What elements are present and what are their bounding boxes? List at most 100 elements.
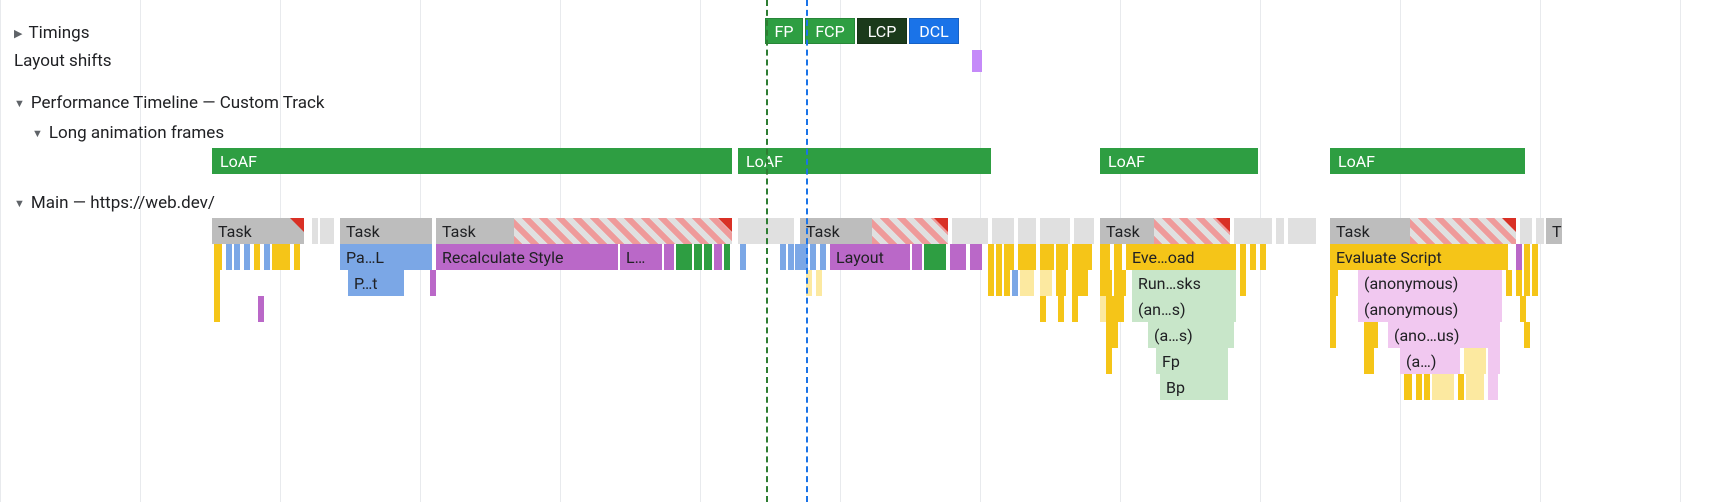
flame-segment[interactable] (912, 244, 922, 270)
flame-segment[interactable] (780, 244, 786, 270)
flame-segment[interactable] (1330, 296, 1336, 322)
flame-segment[interactable] (226, 244, 232, 270)
task-bar[interactable]: Task (340, 218, 432, 244)
flame-segment[interactable] (820, 244, 826, 270)
flame-segment[interactable]: (ano…us) (1388, 322, 1500, 348)
flame-segment[interactable]: (an…s) (1132, 296, 1236, 322)
flame-segment[interactable] (1020, 270, 1034, 296)
flame-segment[interactable] (950, 244, 966, 270)
flame-segment[interactable] (214, 244, 222, 270)
flame-segment[interactable] (1536, 218, 1544, 244)
flame-segment[interactable] (1276, 218, 1284, 244)
flame-segment[interactable] (996, 244, 1002, 270)
task-bar[interactable]: Task (212, 218, 304, 244)
flame-segment[interactable] (1288, 218, 1316, 244)
flame-segment[interactable] (1040, 218, 1070, 244)
flame-segment[interactable] (800, 244, 808, 270)
flame-segment[interactable] (1520, 296, 1526, 322)
flame-segment[interactable]: (anonymous) (1358, 270, 1502, 296)
flame-segment[interactable] (1404, 374, 1412, 400)
flame-segment[interactable] (264, 244, 270, 270)
flame-segment[interactable] (1250, 244, 1256, 270)
flame-segment[interactable] (1458, 374, 1464, 400)
flame-segment[interactable] (272, 244, 290, 270)
flame-segment[interactable]: Evaluate Script (1330, 244, 1508, 270)
flame-chart[interactable]: TaskTaskTaskTaskTaskTaskTPa…LRecalculate… (0, 218, 1728, 400)
flame-segment[interactable]: L… (620, 244, 662, 270)
flame-segment[interactable] (1106, 270, 1112, 296)
flame-segment[interactable] (1516, 244, 1522, 270)
flame-segment[interactable] (704, 244, 712, 270)
flame-segment[interactable] (1058, 296, 1064, 322)
flame-segment[interactable] (676, 244, 692, 270)
flame-segment[interactable]: P…t (348, 270, 404, 296)
flame-segment[interactable] (1040, 270, 1052, 296)
flame-segment[interactable]: Run…sks (1132, 270, 1236, 296)
task-bar[interactable]: Task (1100, 218, 1230, 244)
flame-segment[interactable] (1488, 374, 1498, 400)
flame-segment[interactable] (1040, 244, 1054, 270)
flame-segment[interactable] (1432, 374, 1454, 400)
flame-segment[interactable] (1056, 270, 1066, 296)
flame-segment[interactable] (1072, 270, 1088, 296)
flame-segment[interactable]: Bp (1160, 374, 1228, 400)
flame-segment[interactable] (1118, 296, 1124, 322)
flame-segment[interactable] (970, 244, 982, 270)
flame-segment[interactable] (1012, 270, 1018, 296)
flame-segment[interactable] (214, 296, 220, 322)
flame-segment[interactable] (430, 270, 436, 296)
flame-segment[interactable] (1240, 244, 1246, 270)
flame-segment[interactable] (788, 244, 794, 270)
timing-marker-lcp[interactable]: LCP (857, 18, 907, 44)
flame-segment[interactable] (1364, 348, 1374, 374)
flame-segment[interactable] (1416, 374, 1422, 400)
flame-segment[interactable] (1018, 218, 1036, 244)
loaf-bar[interactable]: LoAF (212, 148, 732, 174)
loaf-bar[interactable]: LoAF (1100, 148, 1258, 174)
flame-segment[interactable] (214, 270, 220, 296)
flame-segment[interactable] (988, 270, 994, 296)
timings-track-header[interactable]: ▶ Timings (0, 18, 90, 48)
flame-segment[interactable] (1072, 296, 1078, 322)
perf-timeline-header[interactable]: ▼ Performance Timeline — Custom Track (0, 88, 1728, 118)
flame-segment[interactable]: Recalculate Style (436, 244, 618, 270)
flame-segment[interactable]: (anonymous) (1358, 296, 1502, 322)
flame-segment[interactable] (738, 218, 794, 244)
flame-segment[interactable] (1112, 322, 1118, 348)
flame-segment[interactable] (1330, 322, 1336, 348)
flame-segment[interactable] (810, 244, 816, 270)
flame-segment[interactable] (326, 218, 334, 244)
flame-segment[interactable]: Pa…L (340, 244, 432, 270)
flame-segment[interactable] (1506, 270, 1512, 296)
loaf-bar[interactable]: LoAF (1330, 148, 1525, 174)
flame-segment[interactable] (312, 218, 318, 244)
loaf-bar[interactable]: LoAF (738, 148, 991, 174)
flame-segment[interactable] (1516, 270, 1522, 296)
flame-segment[interactable] (1424, 374, 1430, 400)
flame-segment[interactable]: (a…) (1400, 348, 1460, 374)
flame-segment[interactable] (816, 270, 822, 296)
timing-marker-fp[interactable]: FP (765, 18, 803, 44)
flame-segment[interactable] (234, 244, 240, 270)
task-bar[interactable]: Task (436, 218, 732, 244)
flame-segment[interactable] (664, 244, 674, 270)
flame-segment[interactable] (1532, 244, 1538, 270)
flame-segment[interactable] (1524, 270, 1530, 296)
flame-segment[interactable] (1120, 270, 1126, 296)
flame-segment[interactable]: Fp (1156, 348, 1228, 374)
flame-segment[interactable] (1004, 270, 1010, 296)
flame-segment[interactable] (1260, 244, 1266, 270)
flame-segment[interactable] (1240, 270, 1246, 296)
flame-segment[interactable] (1040, 296, 1046, 322)
layout-shifts-header[interactable]: Layout shifts (0, 46, 1728, 76)
flame-segment[interactable] (254, 244, 260, 270)
flame-segment[interactable] (1074, 218, 1094, 244)
long-anim-frames-header[interactable]: ▼ Long animation frames (0, 118, 1728, 148)
task-bar[interactable]: Task (1330, 218, 1516, 244)
flame-segment[interactable]: Layout (830, 244, 910, 270)
flame-segment[interactable] (740, 244, 746, 270)
main-track-header[interactable]: ▼ Main — https://web.dev/ (0, 188, 1728, 218)
flame-segment[interactable] (724, 244, 730, 270)
flame-segment[interactable] (936, 244, 946, 270)
loaf-lane[interactable]: LoAFLoAFLoAFLoAF (0, 148, 1728, 176)
